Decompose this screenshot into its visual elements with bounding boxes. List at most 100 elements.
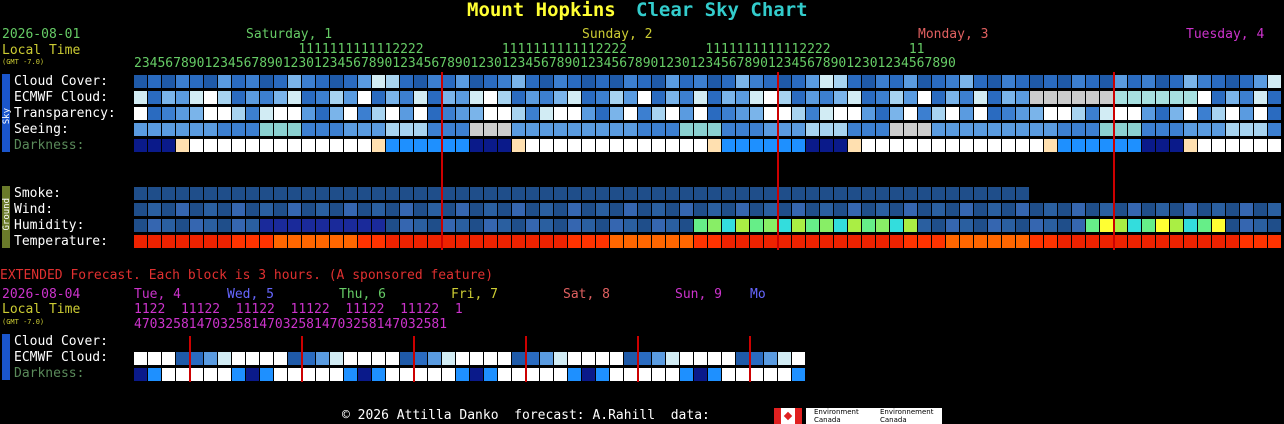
forecast-block[interactable]: [1254, 75, 1267, 88]
forecast-block[interactable]: [386, 203, 399, 216]
forecast-block[interactable]: [274, 203, 287, 216]
forecast-block[interactable]: [862, 235, 875, 248]
forecast-block[interactable]: [876, 187, 889, 200]
forecast-block[interactable]: [666, 187, 679, 200]
forecast-block[interactable]: [890, 219, 903, 232]
forecast-block[interactable]: [932, 203, 945, 216]
forecast-block[interactable]: [344, 75, 357, 88]
forecast-block[interactable]: [162, 352, 175, 365]
forecast-block[interactable]: [582, 107, 595, 120]
forecast-block[interactable]: [596, 139, 609, 152]
forecast-block[interactable]: [442, 91, 455, 104]
forecast-block[interactable]: [792, 352, 805, 365]
forecast-block[interactable]: [1058, 91, 1071, 104]
forecast-block[interactable]: [582, 139, 595, 152]
forecast-block[interactable]: [344, 91, 357, 104]
forecast-block[interactable]: [512, 123, 525, 136]
forecast-block[interactable]: [1268, 107, 1281, 120]
forecast-block[interactable]: [1226, 235, 1239, 248]
forecast-block[interactable]: [1086, 235, 1099, 248]
forecast-block[interactable]: [680, 123, 693, 136]
forecast-block[interactable]: [162, 219, 175, 232]
forecast-block[interactable]: [344, 203, 357, 216]
forecast-block[interactable]: [862, 219, 875, 232]
forecast-block[interactable]: [708, 368, 721, 381]
forecast-block[interactable]: [162, 203, 175, 216]
forecast-block[interactable]: [666, 219, 679, 232]
forecast-block[interactable]: [442, 235, 455, 248]
forecast-block[interactable]: [190, 123, 203, 136]
forecast-block[interactable]: [204, 203, 217, 216]
forecast-block[interactable]: [288, 139, 301, 152]
forecast-block[interactable]: [1114, 91, 1127, 104]
forecast-block[interactable]: [526, 235, 539, 248]
forecast-block[interactable]: [470, 107, 483, 120]
forecast-block[interactable]: [1198, 203, 1211, 216]
forecast-block[interactable]: [288, 219, 301, 232]
forecast-block[interactable]: [1086, 203, 1099, 216]
forecast-block[interactable]: [470, 91, 483, 104]
forecast-block[interactable]: [498, 139, 511, 152]
forecast-block[interactable]: [484, 219, 497, 232]
temperature-blocks[interactable]: [134, 235, 1281, 248]
forecast-block[interactable]: [232, 187, 245, 200]
forecast-block[interactable]: [736, 219, 749, 232]
forecast-block[interactable]: [652, 352, 665, 365]
forecast-block[interactable]: [1058, 219, 1071, 232]
forecast-block[interactable]: [134, 139, 147, 152]
forecast-block[interactable]: [302, 219, 315, 232]
forecast-block[interactable]: [1184, 203, 1197, 216]
forecast-block[interactable]: [246, 123, 259, 136]
forecast-block[interactable]: [736, 75, 749, 88]
forecast-block[interactable]: [232, 352, 245, 365]
forecast-block[interactable]: [316, 91, 329, 104]
forecast-block[interactable]: [1058, 139, 1071, 152]
forecast-block[interactable]: [764, 219, 777, 232]
forecast-block[interactable]: [484, 203, 497, 216]
forecast-block[interactable]: [1198, 219, 1211, 232]
forecast-block[interactable]: [190, 368, 203, 381]
forecast-block[interactable]: [554, 75, 567, 88]
forecast-block[interactable]: [1156, 139, 1169, 152]
forecast-block[interactable]: [512, 91, 525, 104]
forecast-block[interactable]: [1156, 107, 1169, 120]
forecast-block[interactable]: [274, 139, 287, 152]
forecast-block[interactable]: [260, 203, 273, 216]
forecast-block[interactable]: [666, 107, 679, 120]
forecast-block[interactable]: [820, 203, 833, 216]
forecast-block[interactable]: [288, 187, 301, 200]
forecast-block[interactable]: [974, 219, 987, 232]
forecast-block[interactable]: [470, 219, 483, 232]
forecast-block[interactable]: [792, 187, 805, 200]
forecast-block[interactable]: [428, 75, 441, 88]
forecast-block[interactable]: [582, 219, 595, 232]
forecast-block[interactable]: [176, 107, 189, 120]
forecast-block[interactable]: [358, 203, 371, 216]
forecast-block[interactable]: [848, 203, 861, 216]
forecast-block[interactable]: [498, 75, 511, 88]
forecast-block[interactable]: [288, 352, 301, 365]
forecast-block[interactable]: [904, 107, 917, 120]
forecast-block[interactable]: [526, 75, 539, 88]
forecast-block[interactable]: [288, 368, 301, 381]
forecast-block[interactable]: [1170, 123, 1183, 136]
forecast-block[interactable]: [134, 368, 147, 381]
forecast-block[interactable]: [890, 139, 903, 152]
forecast-block[interactable]: [428, 91, 441, 104]
forecast-block[interactable]: [960, 219, 973, 232]
forecast-block[interactable]: [806, 75, 819, 88]
forecast-block[interactable]: [1226, 107, 1239, 120]
forecast-block[interactable]: [344, 123, 357, 136]
forecast-block[interactable]: [974, 187, 987, 200]
forecast-block[interactable]: [736, 352, 749, 365]
forecast-block[interactable]: [1044, 123, 1057, 136]
forecast-block[interactable]: [1240, 139, 1253, 152]
forecast-block[interactable]: [260, 235, 273, 248]
forecast-block[interactable]: [946, 235, 959, 248]
forecast-block[interactable]: [694, 368, 707, 381]
forecast-block[interactable]: [134, 203, 147, 216]
forecast-block[interactable]: [498, 352, 511, 365]
forecast-block[interactable]: [834, 235, 847, 248]
forecast-block[interactable]: [1212, 91, 1225, 104]
forecast-block[interactable]: [596, 203, 609, 216]
